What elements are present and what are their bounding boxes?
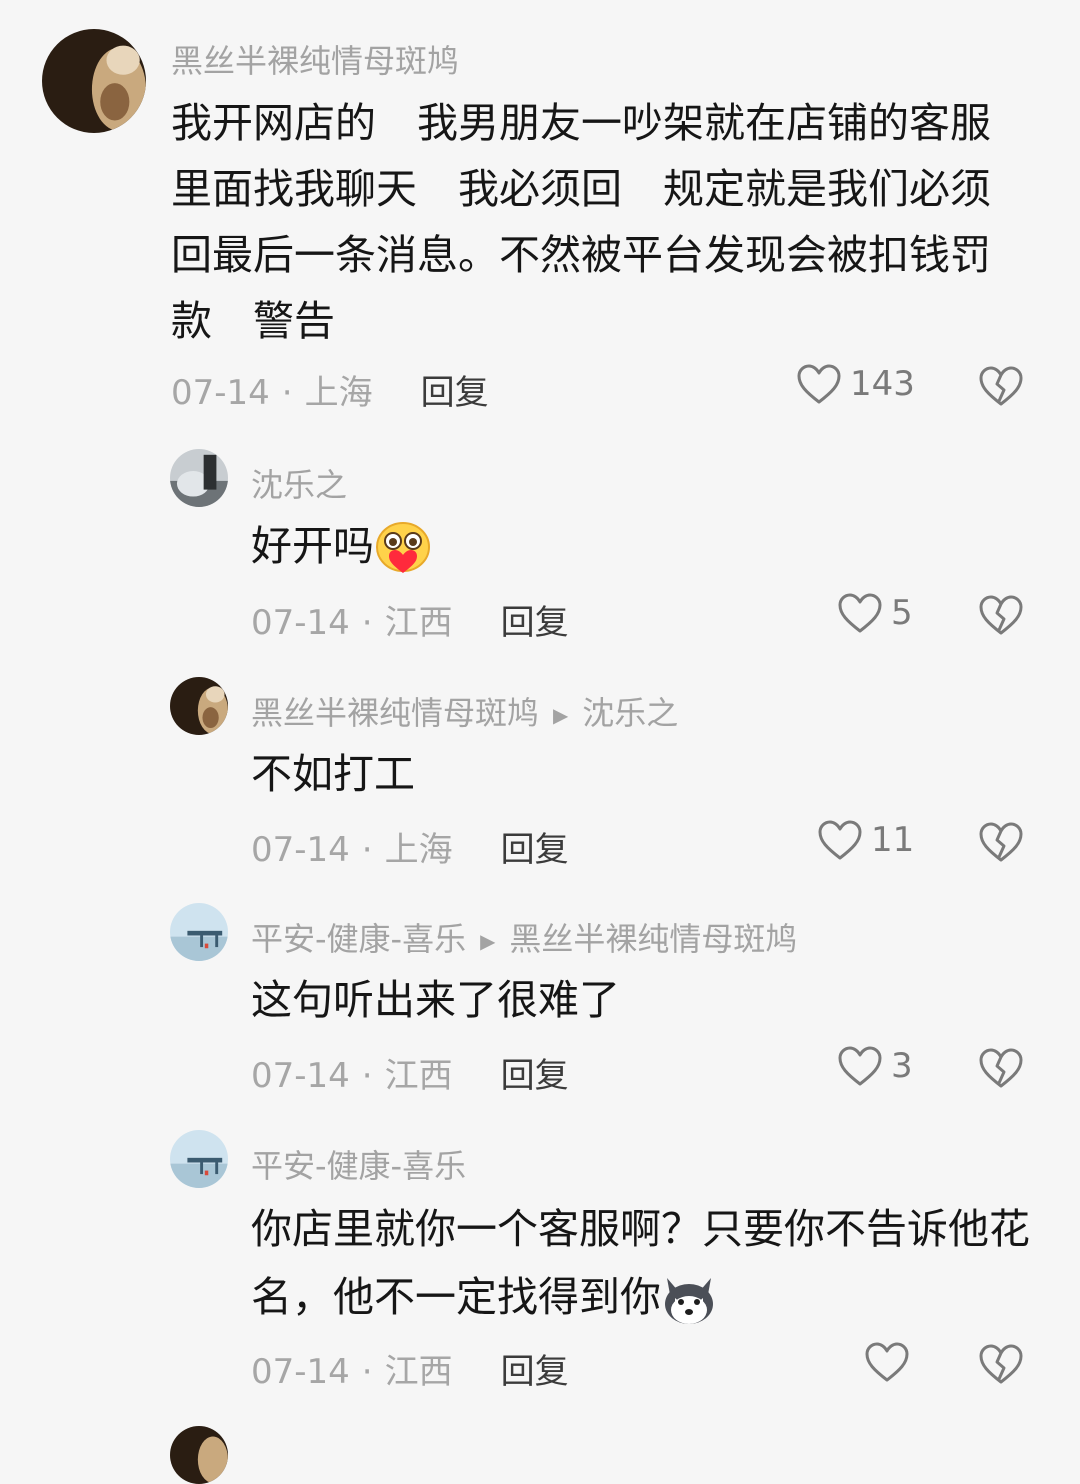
reply-button[interactable]: 回复	[501, 1056, 569, 1096]
comment-text: 我开网店的 我男朋友一吵架就在店铺的客服里面找我聊天 我必须回 规定就是我们必须…	[171, 99, 991, 345]
comment-author[interactable]: 黑丝半裸纯情母斑鸠	[171, 36, 459, 82]
avatar[interactable]	[170, 449, 228, 507]
heart-icon	[864, 1341, 910, 1383]
comment-author[interactable]: 平安-健康-喜乐	[251, 920, 466, 958]
comment-location: 上海	[384, 830, 453, 870]
avatar[interactable]	[170, 1130, 228, 1188]
broken-heart-icon	[978, 1344, 1024, 1389]
broken-heart-icon	[978, 822, 1024, 867]
comment-date: 07-14	[251, 1056, 350, 1096]
like-button[interactable]	[864, 1341, 918, 1383]
comment-text: 不如打工	[251, 750, 415, 798]
like-count: 11	[871, 820, 915, 860]
avatar[interactable]	[42, 29, 146, 133]
reply-button[interactable]: 回复	[501, 603, 569, 643]
reply-to-author[interactable]: 沈乐之	[582, 694, 678, 732]
heart-icon	[796, 363, 842, 405]
like-button[interactable]: 3	[837, 1045, 913, 1087]
comment-author-row: 黑丝半裸纯情母斑鸠 ▶ 沈乐之	[251, 688, 678, 734]
like-count: 143	[850, 364, 915, 404]
like-button[interactable]: 5	[837, 592, 913, 634]
like-button[interactable]: 143	[796, 363, 915, 405]
reply-arrow-icon: ▶	[553, 703, 569, 727]
dislike-button[interactable]	[978, 1047, 1024, 1093]
broken-heart-icon	[978, 366, 1024, 411]
broken-heart-icon	[978, 1048, 1024, 1093]
comment-date: 07-14	[251, 603, 350, 643]
comment-text: 这句听出来了很难了	[251, 976, 620, 1024]
comment-meta: 07-14 · 上海 回复	[171, 373, 489, 413]
comment-text: 好开吗	[251, 522, 374, 570]
dislike-button[interactable]	[978, 365, 1024, 411]
comment-meta: 07-14 · 江西 回复	[251, 1056, 569, 1096]
comment-location: 江西	[384, 1056, 453, 1096]
comment-date: 07-14	[251, 1352, 350, 1392]
comment-meta: 07-14 · 江西 回复	[251, 1352, 569, 1392]
dislike-button[interactable]	[978, 1343, 1024, 1389]
comment-author[interactable]: 沈乐之	[251, 460, 347, 506]
reply-arrow-icon: ▶	[480, 929, 496, 953]
reply-to-author[interactable]: 黑丝半裸纯情母斑鸠	[509, 920, 797, 958]
dislike-button[interactable]	[978, 594, 1024, 640]
heart-icon	[817, 819, 863, 861]
comment-location: 江西	[384, 603, 453, 643]
comment-location: 江西	[384, 1352, 453, 1392]
like-button[interactable]: 11	[817, 819, 914, 861]
comment-text: 你店里就你一个客服啊？只要你不告诉他花名，他不一定找得到你	[251, 1205, 1030, 1321]
avatar[interactable]	[170, 677, 228, 735]
comment-author-row: 平安-健康-喜乐 ▶ 黑丝半裸纯情母斑鸠	[251, 914, 797, 960]
heart-icon	[837, 592, 883, 634]
reply-button[interactable]: 回复	[501, 1352, 569, 1392]
avatar[interactable]	[170, 1426, 228, 1484]
comment-author[interactable]: 平安-健康-喜乐	[251, 1141, 466, 1187]
avatar[interactable]	[170, 903, 228, 961]
comment-text-row: 好开吗	[251, 516, 432, 577]
broken-heart-icon	[978, 595, 1024, 640]
reply-button[interactable]: 回复	[501, 830, 569, 870]
like-count: 3	[891, 1046, 913, 1086]
reply-button[interactable]: 回复	[421, 373, 489, 413]
like-count: 5	[891, 593, 913, 633]
dislike-button[interactable]	[978, 821, 1024, 867]
heart-eyes-emoji-icon	[374, 521, 432, 577]
comment-text-block: 你店里就你一个客服啊？只要你不告诉他花名，他不一定找得到你	[251, 1195, 1036, 1331]
husky-dog-emoji-icon	[661, 1274, 717, 1326]
comment-author[interactable]: 黑丝半裸纯情母斑鸠	[251, 694, 539, 732]
comment-location: 上海	[304, 373, 373, 413]
comment-date: 07-14	[171, 373, 270, 413]
comment-meta: 07-14 · 上海 回复	[251, 830, 569, 870]
comment-meta: 07-14 · 江西 回复	[251, 603, 569, 643]
heart-icon	[837, 1045, 883, 1087]
comment-date: 07-14	[251, 830, 350, 870]
